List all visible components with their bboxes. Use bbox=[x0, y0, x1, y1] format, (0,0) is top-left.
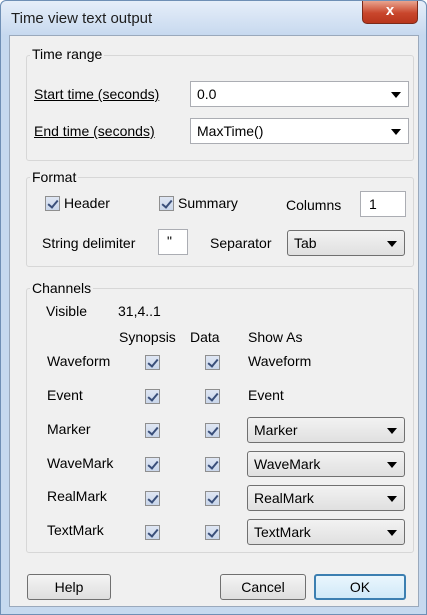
separator-combo[interactable]: Tab bbox=[287, 230, 405, 256]
time-range-group bbox=[26, 55, 414, 161]
close-icon: x bbox=[385, 2, 395, 19]
end-time-label: End time (seconds) bbox=[34, 123, 155, 139]
channel-name-event: Event bbox=[47, 387, 83, 403]
channel-name-textmark: TextMark bbox=[47, 522, 104, 538]
start-time-value: 0.0 bbox=[197, 86, 217, 102]
columns-value: 1 bbox=[369, 196, 377, 212]
cancel-button[interactable]: Cancel bbox=[220, 574, 306, 600]
summary-checkbox[interactable] bbox=[159, 196, 174, 211]
string-delimiter-value: " bbox=[167, 233, 172, 249]
chevron-down-icon bbox=[391, 129, 401, 135]
chevron-down-icon bbox=[387, 462, 397, 468]
data-checkbox-realmark[interactable] bbox=[205, 491, 220, 506]
synopsis-checkbox-wavemark[interactable] bbox=[145, 457, 160, 472]
close-button[interactable]: x bbox=[362, 1, 418, 24]
channel-name-wavemark: WaveMark bbox=[47, 455, 114, 471]
columns-label: Columns bbox=[286, 197, 342, 213]
show-as-combo-realmark[interactable]: RealMark bbox=[247, 485, 405, 511]
window-title: Time view text output bbox=[11, 10, 153, 27]
end-time-value: MaxTime() bbox=[197, 123, 264, 139]
start-time-combo[interactable]: 0.0 bbox=[190, 81, 409, 107]
data-checkbox-wavemark[interactable] bbox=[205, 457, 220, 472]
time-range-label: Time range bbox=[30, 46, 105, 62]
header-checkbox-label[interactable]: Header bbox=[64, 195, 110, 211]
channel-name-realmark: RealMark bbox=[47, 488, 107, 504]
synopsis-checkbox-textmark[interactable] bbox=[145, 525, 160, 540]
data-column-header: Data bbox=[190, 329, 220, 345]
visible-label: Visible bbox=[46, 303, 87, 319]
channel-name-waveform: Waveform bbox=[47, 353, 111, 369]
ok-button[interactable]: OK bbox=[314, 574, 406, 600]
summary-checkbox-label[interactable]: Summary bbox=[178, 195, 238, 211]
show-as-value-textmark: TextMark bbox=[254, 524, 311, 540]
show-as-waveform: Waveform bbox=[248, 353, 312, 369]
columns-input[interactable]: 1 bbox=[360, 191, 406, 217]
show-as-combo-textmark[interactable]: TextMark bbox=[247, 519, 405, 545]
string-delimiter-input[interactable]: " bbox=[158, 229, 188, 255]
synopsis-checkbox-event[interactable] bbox=[145, 389, 160, 404]
separator-label: Separator bbox=[210, 235, 272, 251]
end-time-combo[interactable]: MaxTime() bbox=[190, 118, 409, 144]
synopsis-checkbox-marker[interactable] bbox=[145, 423, 160, 438]
show-as-value-realmark: RealMark bbox=[254, 490, 314, 506]
channels-label: Channels bbox=[30, 280, 94, 296]
show-as-value-marker: Marker bbox=[254, 422, 298, 438]
data-checkbox-event[interactable] bbox=[205, 389, 220, 404]
channel-name-marker: Marker bbox=[47, 421, 91, 437]
chevron-down-icon bbox=[387, 241, 397, 247]
header-checkbox[interactable] bbox=[45, 196, 60, 211]
synopsis-checkbox-waveform[interactable] bbox=[145, 355, 160, 370]
dialog-window: Time view text output x Time range Start… bbox=[0, 0, 427, 615]
start-time-label: Start time (seconds) bbox=[34, 86, 160, 102]
data-checkbox-marker[interactable] bbox=[205, 423, 220, 438]
synopsis-column-header: Synopsis bbox=[119, 329, 176, 345]
help-button[interactable]: Help bbox=[27, 574, 111, 600]
title-bar[interactable]: Time view text output x bbox=[1, 1, 426, 35]
string-delimiter-label: String delimiter bbox=[42, 235, 136, 251]
synopsis-checkbox-realmark[interactable] bbox=[145, 491, 160, 506]
show-as-event: Event bbox=[248, 387, 284, 403]
chevron-down-icon bbox=[391, 92, 401, 98]
chevron-down-icon bbox=[387, 428, 397, 434]
separator-value: Tab bbox=[294, 235, 317, 251]
chevron-down-icon bbox=[387, 530, 397, 536]
show-as-combo-wavemark[interactable]: WaveMark bbox=[247, 451, 405, 477]
show-as-value-wavemark: WaveMark bbox=[254, 456, 321, 472]
dialog-client-area: Time range Start time (seconds) 0.0 End … bbox=[9, 35, 419, 607]
chevron-down-icon bbox=[387, 496, 397, 502]
visible-value: 31,4..1 bbox=[118, 303, 161, 319]
show-as-combo-marker[interactable]: Marker bbox=[247, 417, 405, 443]
format-label: Format bbox=[30, 169, 79, 185]
show-as-column-header: Show As bbox=[248, 329, 303, 345]
data-checkbox-textmark[interactable] bbox=[205, 525, 220, 540]
data-checkbox-waveform[interactable] bbox=[205, 355, 220, 370]
